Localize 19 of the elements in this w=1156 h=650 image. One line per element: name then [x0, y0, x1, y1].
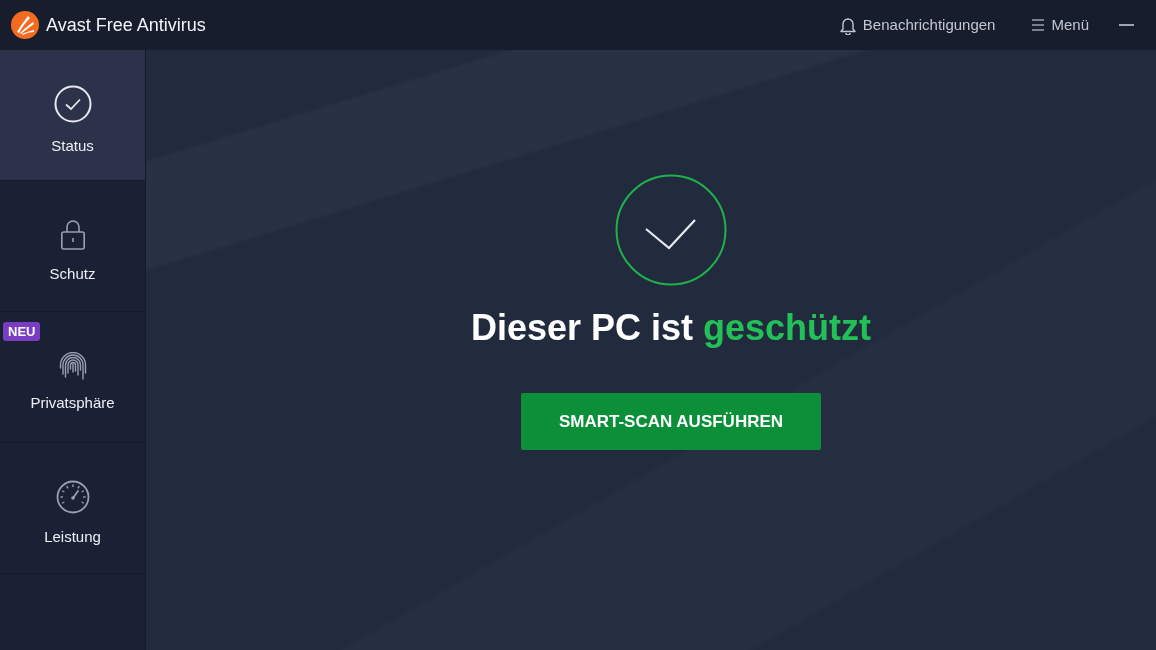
speedometer-icon — [55, 479, 90, 514]
minimize-button[interactable] — [1119, 22, 1134, 28]
sidebar-item[interactable]: Leistung — [0, 443, 145, 574]
smart-scan-button[interactable]: SMART-SCAN AUSFÜHREN — [521, 393, 821, 450]
lock-icon — [59, 218, 86, 251]
check-circle-icon — [615, 174, 727, 286]
new-badge: NEU — [3, 322, 41, 341]
menu-button[interactable]: Menü — [1031, 11, 1089, 39]
menu-icon — [1031, 18, 1046, 32]
notifications-button[interactable]: Benachrichtigungen — [838, 11, 996, 39]
logo-icon — [11, 11, 39, 39]
window-title: Avast Free Antivirus — [46, 13, 206, 37]
sidebar-item[interactable]: Status — [0, 50, 145, 181]
check-circle-icon — [53, 84, 92, 123]
bell-icon — [838, 15, 857, 35]
minimize-icon — [1119, 24, 1134, 26]
status-heading: Dieser PC ist geschützt — [470, 306, 872, 349]
fingerprint-icon — [58, 351, 87, 380]
sidebar-item[interactable]: Schutz — [0, 181, 145, 312]
